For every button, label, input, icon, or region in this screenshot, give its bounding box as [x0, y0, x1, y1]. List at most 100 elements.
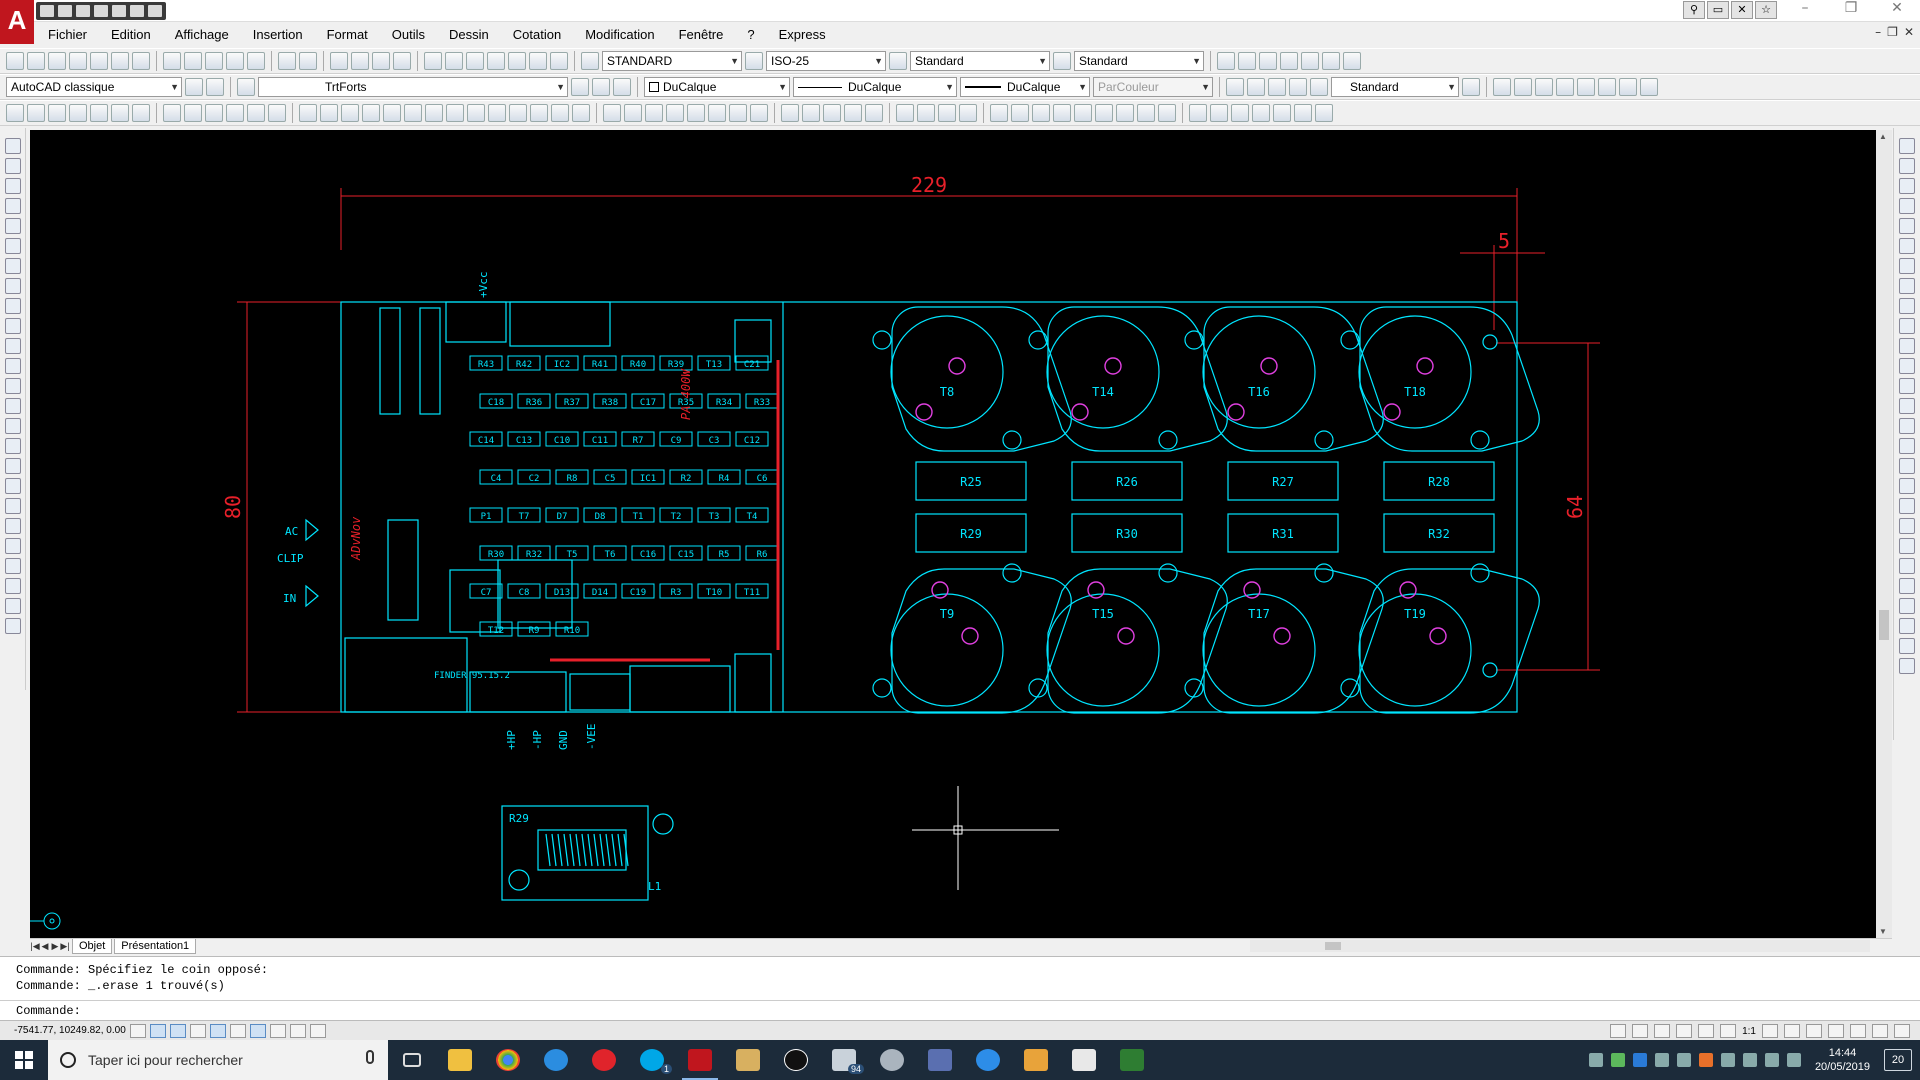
hscroll-thumb[interactable] — [1325, 942, 1341, 950]
explode-tool-icon[interactable] — [572, 104, 590, 122]
table-style-icon[interactable] — [889, 52, 907, 70]
ucs-3-icon[interactable] — [938, 104, 956, 122]
favorites-star-icon[interactable]: ☆ — [1755, 1, 1777, 19]
layer-properties-icon[interactable] — [237, 78, 255, 96]
extend-tool-icon[interactable] — [111, 104, 129, 122]
zoom-scale-icon[interactable] — [1053, 104, 1071, 122]
autocad-taskbar-button[interactable] — [676, 1040, 724, 1080]
app-tools-button[interactable] — [1012, 1040, 1060, 1080]
dim-radius-icon[interactable] — [865, 104, 883, 122]
app-feather-button[interactable] — [772, 1040, 820, 1080]
workspace-settings-icon[interactable] — [185, 78, 203, 96]
lock-icon[interactable] — [1828, 1024, 1844, 1038]
close-button[interactable]: ✕ — [1874, 0, 1920, 22]
qp-toggle[interactable] — [309, 1023, 326, 1038]
chamfer-tool-icon[interactable] — [530, 104, 548, 122]
dim-space-icon[interactable] — [1899, 358, 1915, 374]
app-search-button[interactable] — [964, 1040, 1012, 1080]
scroll-thumb[interactable] — [1879, 610, 1889, 640]
dim-continue-icon[interactable] — [1899, 338, 1915, 354]
chrome-button[interactable] — [484, 1040, 532, 1080]
break-tool-icon[interactable] — [132, 104, 150, 122]
save-icon[interactable] — [76, 5, 90, 17]
stretch-tool-icon[interactable] — [467, 104, 485, 122]
redo-icon[interactable] — [148, 5, 162, 17]
app-plane-button[interactable] — [916, 1040, 964, 1080]
clean-screen-icon[interactable] — [1894, 1024, 1910, 1038]
model-space-icon[interactable] — [1610, 1024, 1627, 1038]
draw-arc-icon[interactable] — [4, 238, 21, 254]
arc-tool-icon[interactable] — [205, 104, 223, 122]
render-4-icon[interactable] — [1556, 78, 1574, 96]
zoom-realtime-icon[interactable] — [351, 52, 369, 70]
zoom-out-icon[interactable] — [1116, 104, 1134, 122]
skype-button[interactable]: 1 — [628, 1040, 676, 1080]
visual-style-manager-icon[interactable] — [1462, 78, 1480, 96]
spell-check-icon[interactable] — [687, 104, 705, 122]
view-tool-6-icon[interactable] — [1322, 52, 1340, 70]
render-1-icon[interactable] — [1493, 78, 1511, 96]
paste-icon[interactable] — [205, 52, 223, 70]
publish-icon[interactable] — [111, 52, 129, 70]
multileader-style-icon[interactable] — [1053, 52, 1071, 70]
ucs-1-icon[interactable] — [896, 104, 914, 122]
dim-ordinate-v-icon[interactable] — [1899, 198, 1915, 214]
draw-ellipse-icon[interactable] — [4, 318, 21, 334]
render-5-icon[interactable] — [1577, 78, 1595, 96]
visual-style-select[interactable]: Standard ▼ — [1331, 77, 1459, 97]
make-layer-current-icon[interactable] — [571, 78, 589, 96]
zoom-realtime-2-icon[interactable] — [990, 104, 1008, 122]
print-icon[interactable] — [112, 5, 126, 17]
tray-app-3-icon[interactable] — [1698, 1053, 1713, 1067]
layer-tool-2-icon[interactable] — [4, 538, 21, 554]
tolerance-icon[interactable] — [1899, 398, 1915, 414]
lineweight-select[interactable]: DuCalque ▼ — [960, 77, 1090, 97]
view-3-icon[interactable] — [1899, 598, 1915, 614]
microphone-icon[interactable] — [366, 1050, 374, 1064]
draw-rectangle-icon[interactable] — [4, 218, 21, 234]
offset-tool-icon[interactable] — [362, 104, 380, 122]
bluetooth-icon[interactable] — [1632, 1053, 1647, 1067]
doc-close-button[interactable]: ✕ — [1904, 25, 1914, 39]
properties-icon[interactable] — [424, 52, 442, 70]
quickcalc-icon[interactable] — [529, 52, 547, 70]
menu-affichage[interactable]: Affichage — [163, 24, 241, 46]
auto-scale-icon[interactable] — [1784, 1024, 1800, 1038]
shield-icon[interactable] — [1654, 1053, 1669, 1067]
hardware-accel-icon[interactable] — [1850, 1024, 1866, 1038]
opera-button[interactable] — [580, 1040, 628, 1080]
make-block-icon[interactable] — [4, 378, 21, 394]
lwt-toggle[interactable] — [289, 1023, 306, 1038]
menu-help[interactable]: ? — [735, 24, 766, 46]
inquiry-3-icon[interactable] — [1231, 104, 1249, 122]
horizontal-scrollbar[interactable] — [1250, 940, 1870, 952]
inquiry-6-icon[interactable] — [1294, 104, 1312, 122]
dim-linear-icon[interactable] — [781, 104, 799, 122]
dim-baseline-icon[interactable] — [1899, 318, 1915, 334]
workspace-menu-icon[interactable] — [206, 78, 224, 96]
preview-icon[interactable] — [90, 52, 108, 70]
zoom-window-icon[interactable] — [372, 52, 390, 70]
tab-presentation1[interactable]: Présentation1 — [114, 939, 197, 954]
text-style-select[interactable]: STANDARD ▼ — [602, 51, 742, 71]
zoom-previous-icon[interactable] — [393, 52, 411, 70]
dim-aligned-v-icon[interactable] — [1899, 158, 1915, 174]
text-edit-icon[interactable] — [645, 104, 663, 122]
layer-select[interactable]: TrtForts ▼ — [258, 77, 568, 97]
array-tool-icon[interactable] — [383, 104, 401, 122]
linetype-select[interactable]: DuCalque ▼ — [793, 77, 957, 97]
zoom-in-icon[interactable] — [1095, 104, 1113, 122]
command-line-input[interactable]: Commande: — [0, 1000, 1920, 1020]
ucs-2-icon[interactable] — [917, 104, 935, 122]
draw-revcloud-icon[interactable] — [4, 278, 21, 294]
multileader-style-select[interactable]: Standard ▼ — [1074, 51, 1204, 71]
zoom-all-icon[interactable] — [1137, 104, 1155, 122]
restore-button[interactable]: ❐ — [1828, 0, 1874, 22]
point-tool-icon[interactable] — [268, 104, 286, 122]
autocad-logo[interactable]: A — [0, 0, 34, 44]
sheet-set-icon[interactable] — [487, 52, 505, 70]
drawing-canvas[interactable]: 229 5 80 64 R43 R42 IC2 R41 R40 R39 T13 C21 C18 R… — [30, 130, 1876, 938]
render-2-icon[interactable] — [1514, 78, 1532, 96]
view-2-icon[interactable] — [1899, 578, 1915, 594]
tab-objet[interactable]: Objet — [72, 939, 113, 954]
